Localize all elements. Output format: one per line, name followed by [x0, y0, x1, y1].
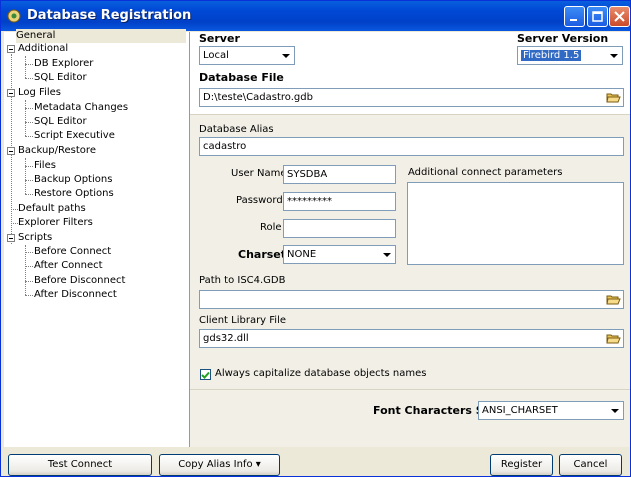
- collapse-icon[interactable]: [7, 45, 15, 53]
- client-library-field[interactable]: gds32.dll: [199, 329, 624, 348]
- connection-header-section: Server Local Server Version Firebird 1.5…: [190, 32, 630, 114]
- connection-details-section: Database Alias cadastro User Name SYSDBA…: [190, 114, 630, 448]
- open-folder-icon[interactable]: [605, 331, 622, 346]
- capitalize-label[interactable]: Always capitalize database objects names: [215, 368, 426, 379]
- dropdown-arrow-icon: ▾: [255, 459, 261, 470]
- tree-item-files[interactable]: Files: [34, 159, 56, 173]
- close-icon: [614, 11, 625, 22]
- settings-tree: General Additional DB Explorer SQL Edito…: [4, 29, 190, 447]
- tree-item-restore-options[interactable]: Restore Options: [34, 187, 114, 201]
- database-alias-label: Database Alias: [199, 124, 274, 135]
- isc4-path-label: Path to ISC4.GDB: [199, 275, 286, 286]
- tree-item-before-connect[interactable]: Before Connect: [34, 245, 111, 259]
- password-label: Password: [236, 195, 283, 206]
- cancel-button[interactable]: Cancel: [559, 454, 622, 476]
- minimize-icon: [570, 19, 577, 21]
- capitalize-checkbox[interactable]: [200, 369, 211, 380]
- tree-item-scripts[interactable]: Scripts: [18, 231, 52, 245]
- chevron-down-icon[interactable]: [607, 403, 622, 418]
- open-folder-icon[interactable]: [605, 90, 622, 105]
- app-icon: [6, 8, 22, 24]
- additional-params-label: Additional connect parameters: [408, 167, 563, 178]
- user-name-field[interactable]: SYSDBA: [283, 165, 396, 184]
- maximize-button[interactable]: [587, 6, 608, 27]
- font-charset-select[interactable]: ANSI_CHARSET: [478, 401, 624, 420]
- title-bar[interactable]: Database Registration: [1, 1, 630, 31]
- server-label: Server: [199, 32, 240, 45]
- database-registration-window: Database Registration General Additional…: [0, 0, 631, 477]
- charset-select[interactable]: NONE: [283, 245, 396, 264]
- chevron-down-icon[interactable]: [278, 48, 293, 63]
- client-library-label: Client Library File: [199, 315, 287, 326]
- tree-item-db-explorer[interactable]: DB Explorer: [34, 57, 93, 71]
- tree-item-script-executive[interactable]: Script Executive: [34, 129, 115, 143]
- general-settings-panel: Server Local Server Version Firebird 1.5…: [190, 32, 630, 448]
- server-select[interactable]: Local: [199, 46, 295, 65]
- collapse-icon[interactable]: [7, 89, 15, 97]
- server-version-select[interactable]: Firebird 1.5: [517, 46, 623, 65]
- tree-item-log-sql-editor[interactable]: SQL Editor: [34, 115, 87, 129]
- button-bar: Test Connect Copy Alias Info ▾ Register …: [1, 447, 630, 476]
- tree-item-after-disconnect[interactable]: After Disconnect: [34, 288, 117, 302]
- tree-item-additional[interactable]: Additional: [18, 42, 68, 56]
- close-button[interactable]: [609, 6, 630, 27]
- chevron-down-icon[interactable]: [606, 48, 621, 63]
- password-field[interactable]: *********: [283, 192, 396, 211]
- charset-label: Charset: [238, 248, 287, 261]
- database-file-label: Database File: [199, 71, 284, 84]
- additional-params-memo[interactable]: [407, 182, 624, 265]
- tree-item-metadata-changes[interactable]: Metadata Changes: [34, 101, 128, 115]
- user-name-label: User Name: [231, 168, 287, 179]
- database-file-field[interactable]: D:\teste\Cadastro.gdb: [199, 88, 624, 107]
- tree-item-log-files[interactable]: Log Files: [18, 86, 61, 100]
- copy-alias-info-button[interactable]: Copy Alias Info ▾: [159, 454, 280, 476]
- open-folder-icon[interactable]: [605, 292, 622, 307]
- window-title: Database Registration: [27, 8, 192, 23]
- database-alias-field[interactable]: cadastro: [199, 137, 624, 156]
- collapse-icon[interactable]: [7, 147, 15, 155]
- tree-item-general[interactable]: General: [16, 29, 186, 43]
- collapse-icon[interactable]: [7, 234, 15, 242]
- role-field[interactable]: [283, 219, 396, 238]
- tree-item-before-disconnect[interactable]: Before Disconnect: [34, 274, 125, 288]
- maximize-icon: [592, 11, 603, 22]
- tree-item-after-connect[interactable]: After Connect: [34, 259, 103, 273]
- isc4-path-field[interactable]: [199, 290, 624, 309]
- tree-item-backup-options[interactable]: Backup Options: [34, 173, 112, 187]
- tree-item-explorer-filters[interactable]: Explorer Filters: [18, 216, 93, 230]
- tree-item-backup-restore[interactable]: Backup/Restore: [18, 144, 96, 158]
- role-label: Role: [260, 222, 282, 233]
- checkmark-icon: [201, 371, 210, 379]
- register-button[interactable]: Register: [490, 454, 553, 476]
- minimize-button[interactable]: [564, 6, 585, 27]
- chevron-down-icon[interactable]: [379, 247, 394, 262]
- test-connect-button[interactable]: Test Connect: [8, 454, 152, 476]
- server-version-label: Server Version: [517, 32, 609, 45]
- tree-item-sql-editor[interactable]: SQL Editor: [34, 71, 87, 85]
- tree-item-default-paths[interactable]: Default paths: [18, 202, 86, 216]
